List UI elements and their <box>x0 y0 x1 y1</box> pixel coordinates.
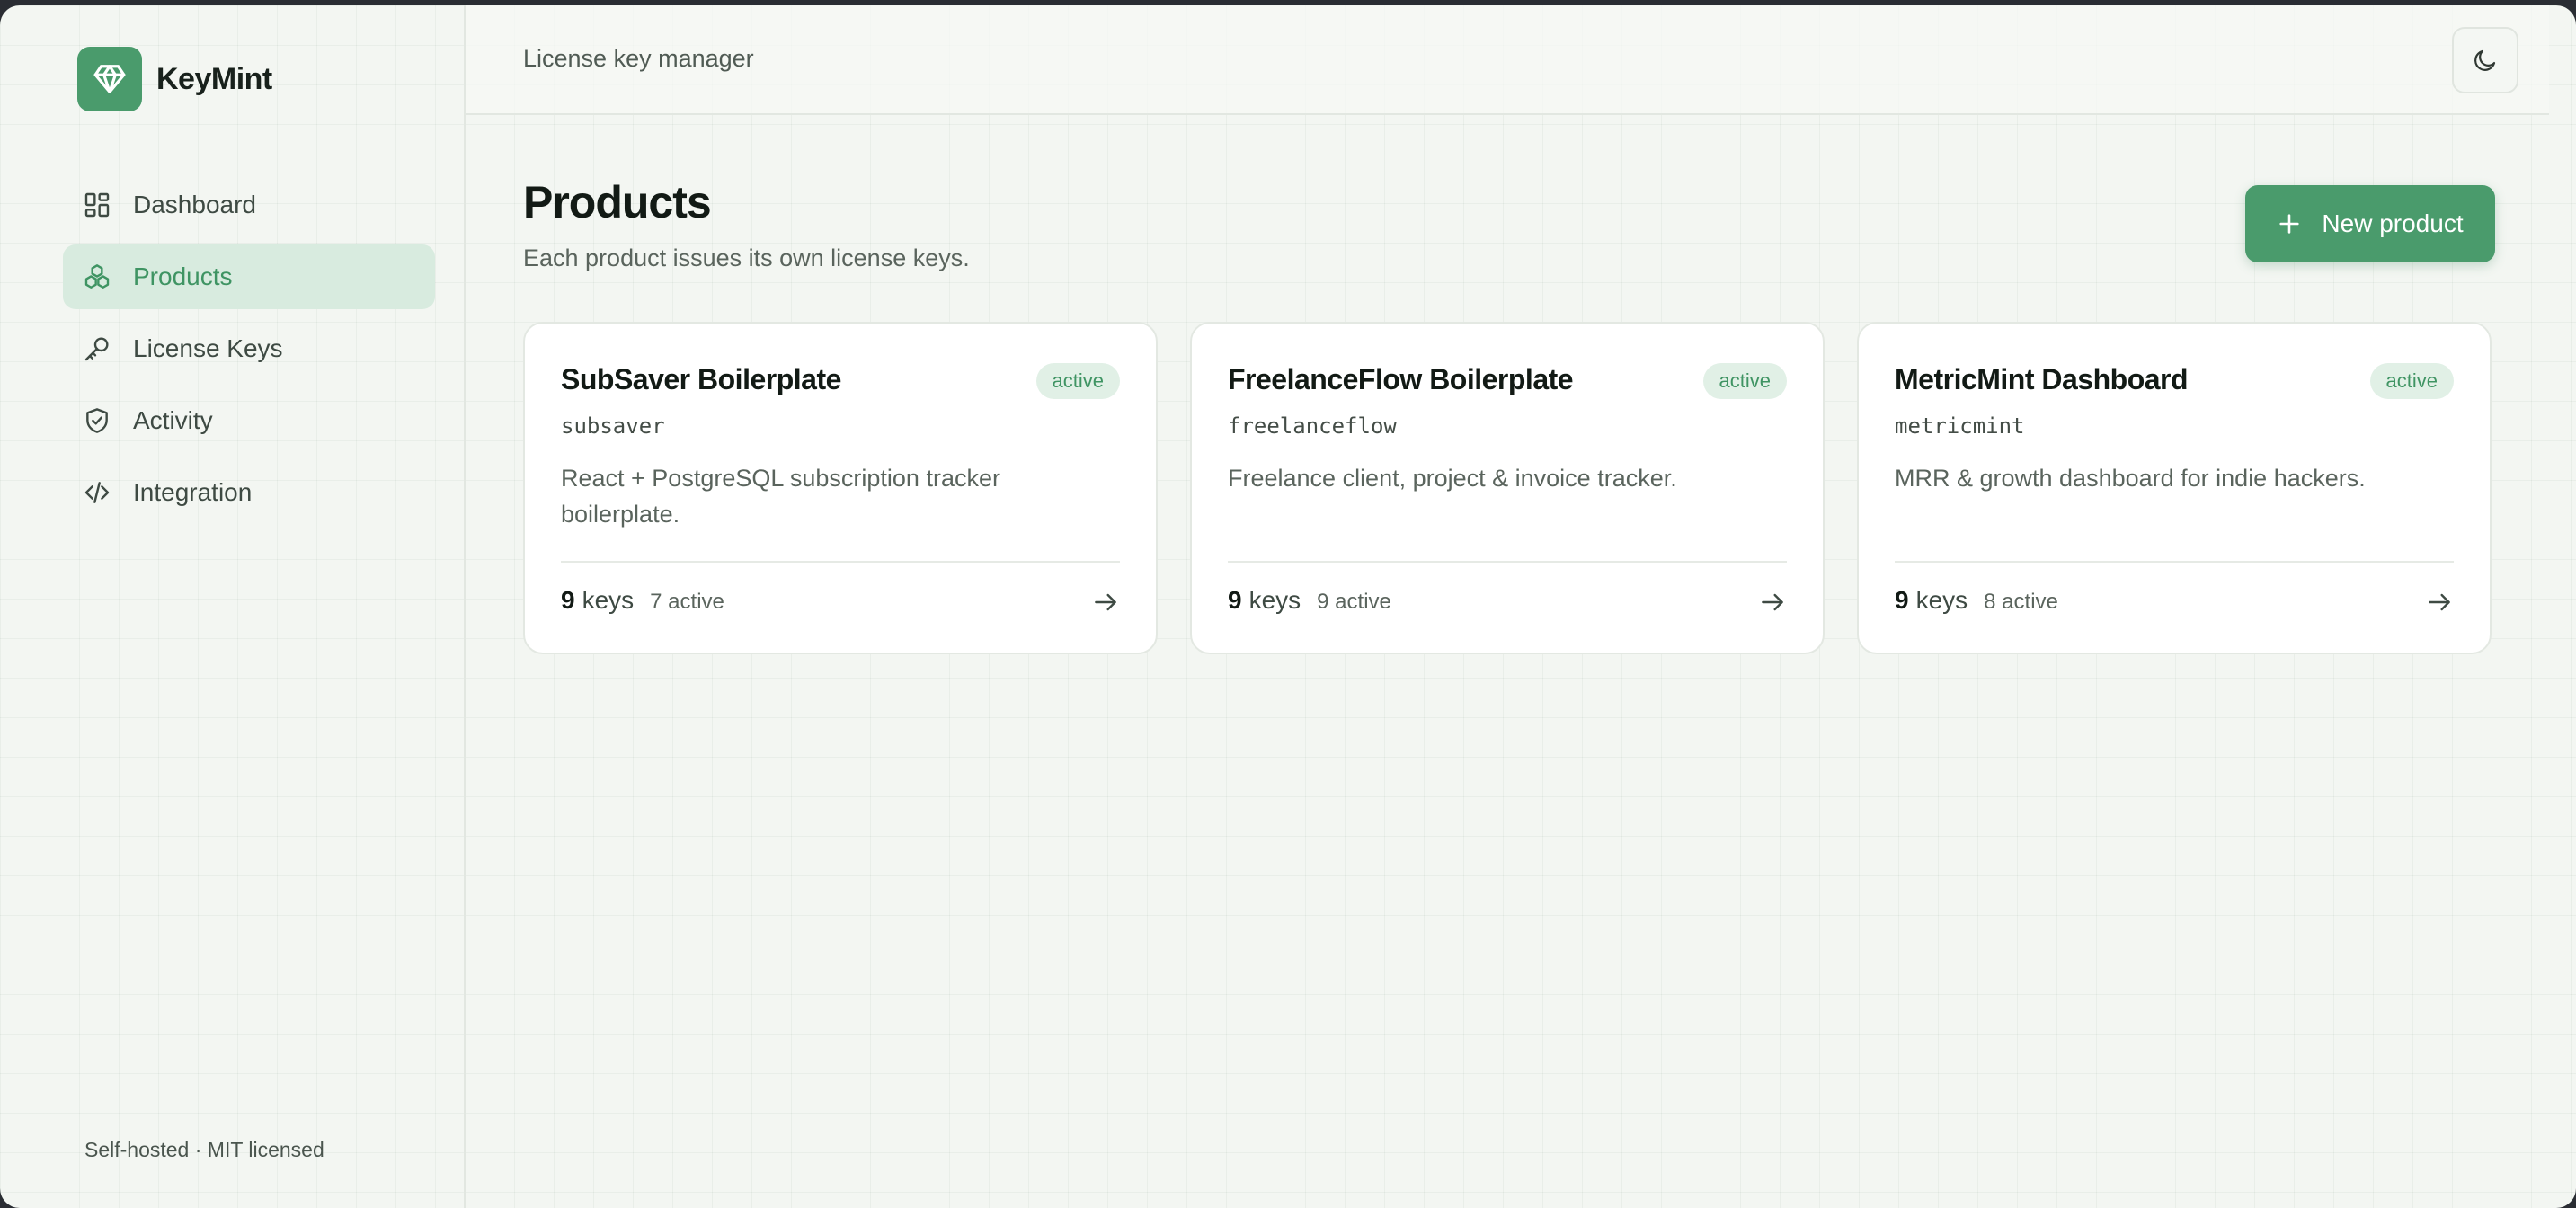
new-product-label: New product <box>2322 209 2464 237</box>
plus-icon <box>2279 214 2300 234</box>
key-icon <box>84 337 109 361</box>
keys-label: keys <box>1248 586 1301 614</box>
product-card-subsaver[interactable]: SubSaver Boilerplate active subsaver Rea… <box>523 322 1158 654</box>
sidebar-item-license-keys[interactable]: License Keys <box>63 316 435 381</box>
dashboard-icon <box>84 192 110 218</box>
product-card-metricmint[interactable]: MetricMint Dashboard active metricmint M… <box>1857 322 2492 654</box>
product-description: Freelance client, project & invoice trac… <box>1228 465 1677 492</box>
new-product-button[interactable]: New product <box>2245 185 2495 262</box>
topbar-title: License key manager <box>523 45 754 72</box>
product-name: FreelanceFlow Boilerplate <box>1228 363 1574 395</box>
keys-count: 9 <box>1895 586 1909 614</box>
card-footer: 9 keys 7 active <box>561 586 724 615</box>
keys-label: keys <box>582 586 635 614</box>
card-footer: 9 keys 9 active <box>1228 586 1391 615</box>
sidebar-item-dashboard[interactable]: Dashboard <box>63 173 435 237</box>
diamond-logo-icon <box>77 47 142 111</box>
brand-name: KeyMint <box>156 61 272 96</box>
arrow-right-icon[interactable] <box>1758 588 1787 617</box>
sidebar: KeyMint Dashboard Products License Keys … <box>0 5 466 1208</box>
sidebar-item-integration[interactable]: Integration <box>63 460 435 525</box>
sidebar-footer: Self-hosted · MIT licensed <box>84 1138 324 1161</box>
product-description: MRR & growth dashboard for indie hackers… <box>1895 465 2366 492</box>
sidebar-nav: Dashboard Products License Keys Activity… <box>63 173 435 532</box>
active-count: 9 active <box>1317 590 1391 614</box>
keys-count: 9 <box>561 586 575 614</box>
page-subtitle: Each product issues its own license keys… <box>523 244 970 271</box>
keys-count: 9 <box>1228 586 1242 614</box>
arrow-right-icon[interactable] <box>2425 588 2454 617</box>
page-title: Products <box>523 177 712 227</box>
status-badge: active <box>1702 363 1787 399</box>
product-name: MetricMint Dashboard <box>1895 363 2189 395</box>
keys-label: keys <box>1915 586 1968 614</box>
topbar: License key manager <box>466 5 2549 115</box>
code-icon <box>84 482 110 503</box>
moon-icon <box>2474 49 2496 71</box>
active-count: 8 active <box>1984 590 2058 614</box>
card-divider <box>1895 561 2454 563</box>
theme-toggle-button[interactable] <box>2452 27 2518 93</box>
sidebar-item-label: License Keys <box>133 334 283 362</box>
product-description: React + PostgreSQL subscription tracker … <box>561 465 1000 528</box>
card-divider <box>561 561 1120 563</box>
sidebar-item-products[interactable]: Products <box>63 244 435 309</box>
shield-icon <box>86 408 108 433</box>
product-name: SubSaver Boilerplate <box>561 363 841 395</box>
sidebar-item-label: Products <box>133 262 233 290</box>
product-card-freelanceflow[interactable]: FreelanceFlow Boilerplate active freelan… <box>1190 322 1825 654</box>
sidebar-item-label: Integration <box>133 478 253 506</box>
brand[interactable]: KeyMint <box>77 47 272 111</box>
products-icon <box>84 264 110 289</box>
arrow-right-icon[interactable] <box>1091 588 1120 617</box>
status-badge: active <box>1035 363 1120 399</box>
sidebar-item-label: Dashboard <box>133 191 256 218</box>
card-divider <box>1228 561 1787 563</box>
product-slug: freelanceflow <box>1228 413 1397 439</box>
card-footer: 9 keys 8 active <box>1895 586 2058 615</box>
product-slug: subsaver <box>561 413 665 439</box>
app-window: KeyMint Dashboard Products License Keys … <box>0 5 2576 1208</box>
product-slug: metricmint <box>1895 413 2025 439</box>
sidebar-item-label: Activity <box>133 406 213 434</box>
status-badge: active <box>2369 363 2454 399</box>
active-count: 7 active <box>650 590 724 614</box>
sidebar-item-activity[interactable]: Activity <box>63 388 435 453</box>
